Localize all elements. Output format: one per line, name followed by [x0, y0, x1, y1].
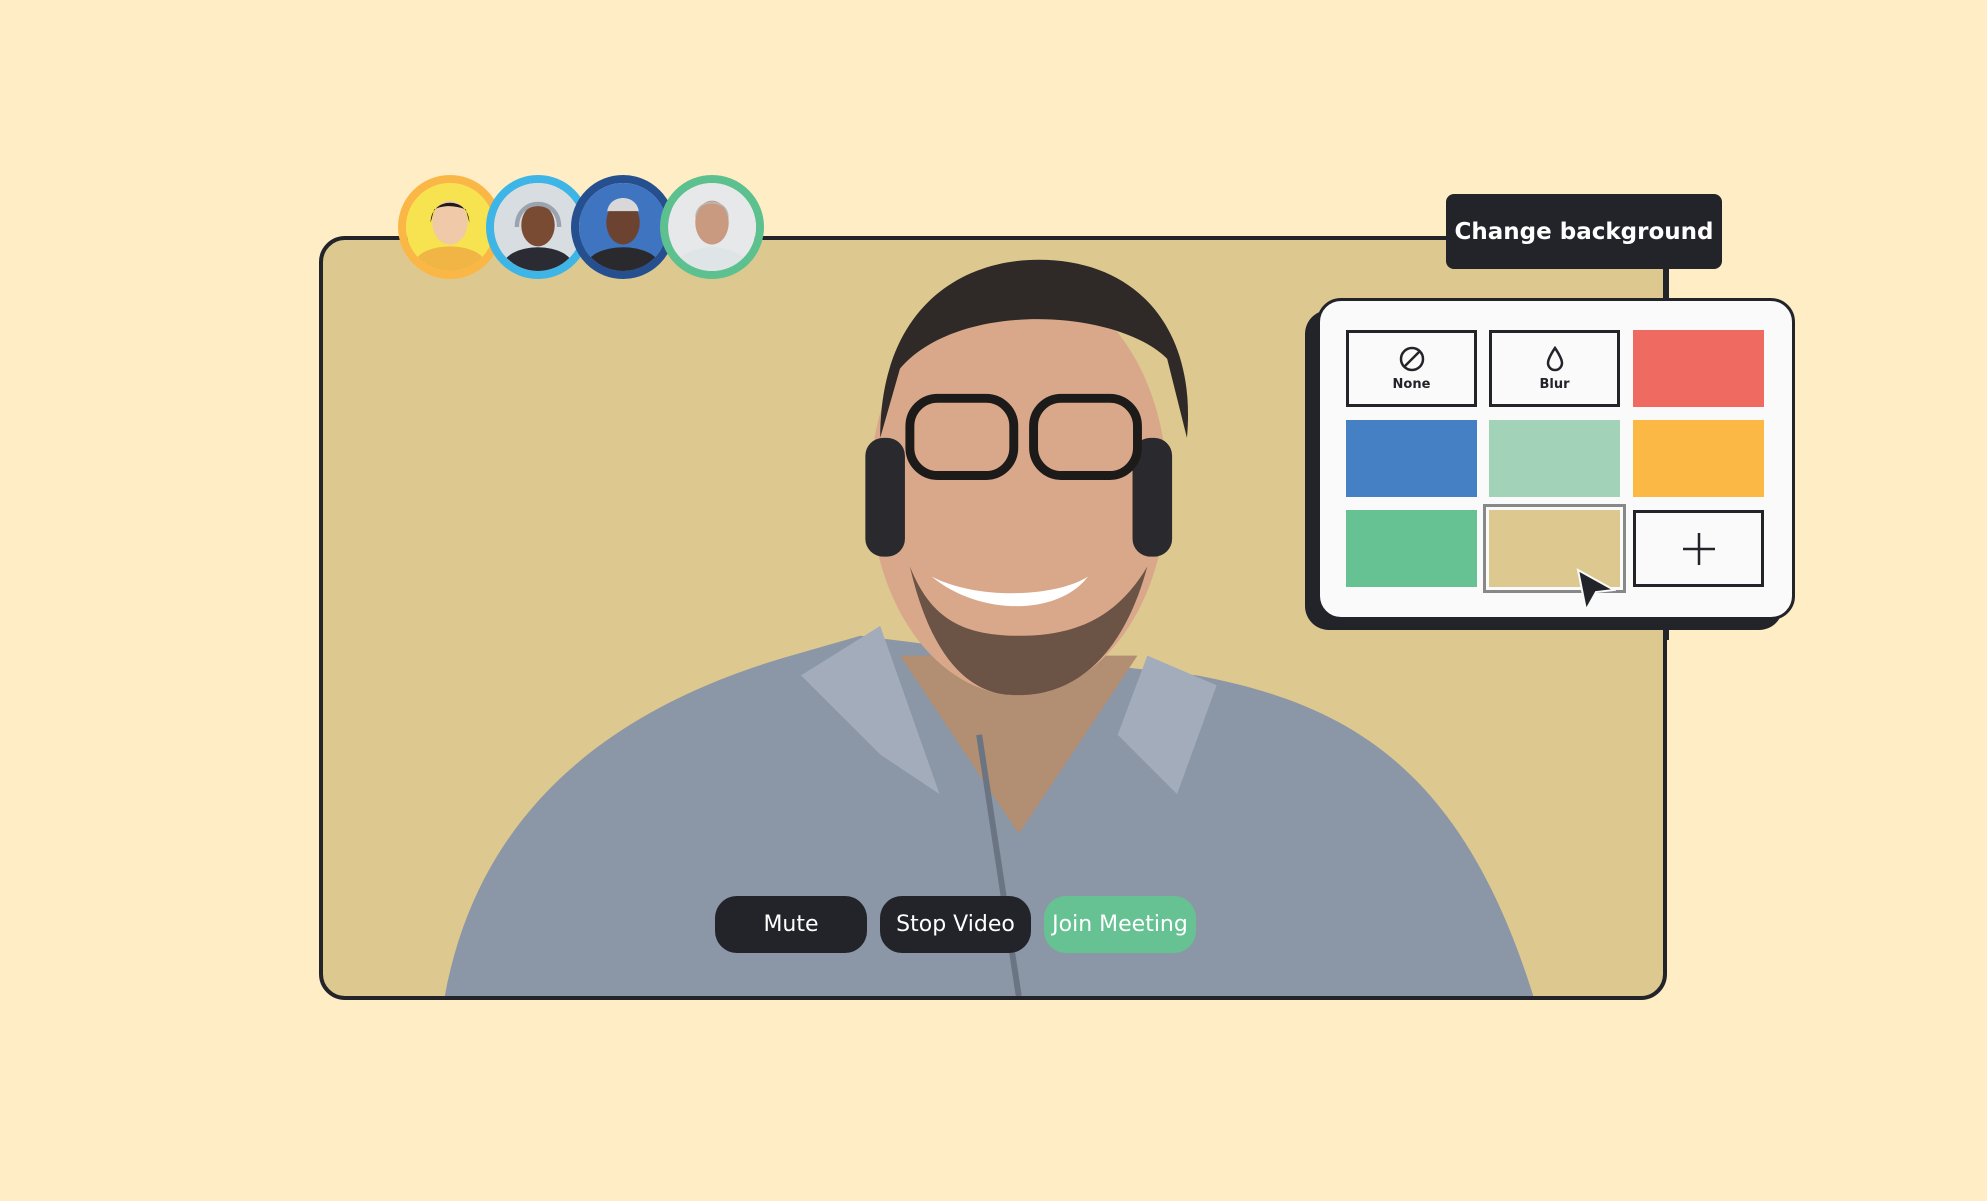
background-option-mint[interactable]	[1489, 420, 1620, 497]
avatar-photo	[579, 183, 667, 271]
option-label: Blur	[1539, 377, 1570, 392]
plus-icon	[1682, 532, 1715, 565]
participant-avatar[interactable]	[660, 175, 764, 279]
background-option-red[interactable]	[1633, 330, 1764, 407]
avatar-photo	[406, 183, 494, 271]
background-picker-panel: None Blur	[1317, 298, 1795, 620]
change-background-tooltip: Change background	[1446, 194, 1722, 269]
background-option-blue[interactable]	[1346, 420, 1477, 497]
blur-drop-icon	[1546, 345, 1563, 372]
join-meeting-button[interactable]: Join Meeting	[1044, 896, 1196, 953]
option-label: None	[1392, 377, 1431, 392]
mute-button[interactable]: Mute	[715, 896, 867, 953]
background-option-blur[interactable]: Blur	[1489, 330, 1620, 407]
avatar-photo	[494, 183, 582, 271]
mouse-pointer-icon	[1576, 568, 1616, 612]
background-option-green[interactable]	[1346, 510, 1477, 587]
background-option-orange[interactable]	[1633, 420, 1764, 497]
add-background-button[interactable]	[1633, 510, 1764, 587]
connector-line	[1665, 269, 1669, 299]
stop-video-button[interactable]: Stop Video	[880, 896, 1031, 953]
background-option-none[interactable]: None	[1346, 330, 1477, 407]
no-background-icon	[1399, 346, 1424, 372]
avatar-photo	[668, 183, 756, 271]
